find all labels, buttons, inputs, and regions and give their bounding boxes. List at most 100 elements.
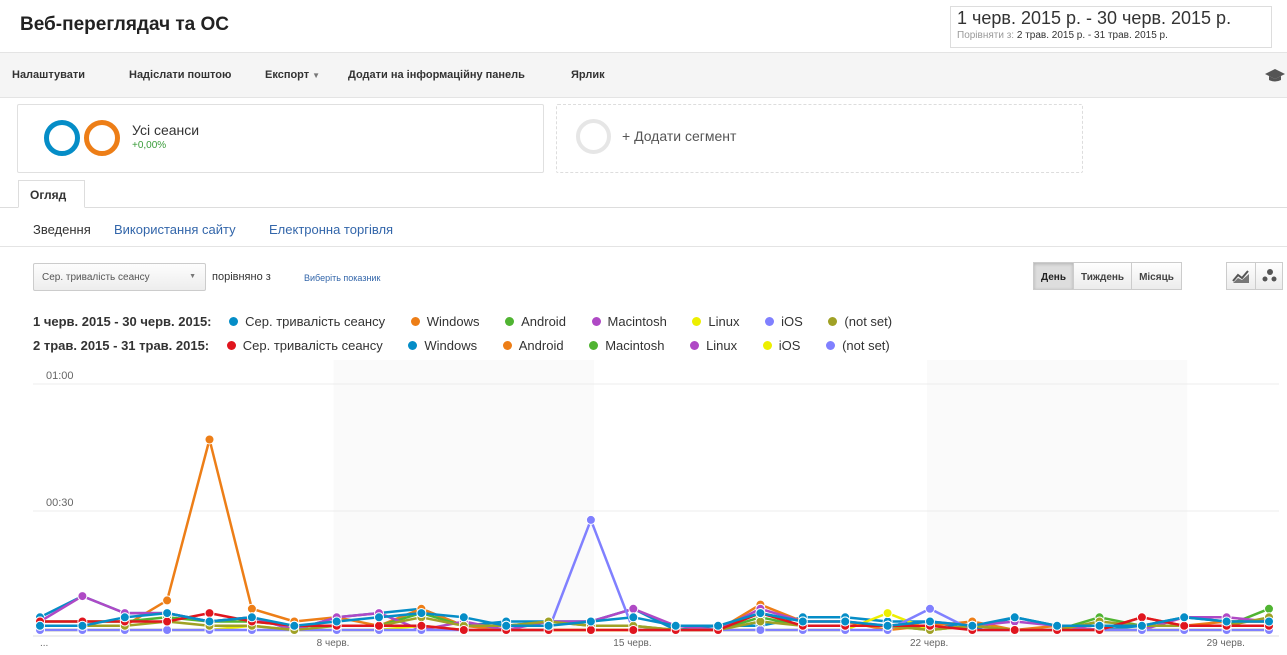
add-segment-label: + Додати сегмент (622, 128, 737, 144)
series-point (585, 514, 596, 525)
week-band (926, 360, 1188, 634)
legend-item[interactable]: Linux (690, 338, 737, 353)
legend-dot-icon (505, 317, 515, 326)
series-point (585, 625, 596, 635)
motion-chart-button[interactable] (1255, 262, 1283, 290)
metric-select[interactable]: Сер. тривалість сеансу ▼ (33, 263, 206, 291)
series-point (204, 434, 215, 445)
series-point (374, 612, 384, 623)
subnav-site-usage[interactable]: Використання сайту (114, 222, 236, 237)
segment-name: Усі сеанси (132, 122, 200, 138)
report-toolbar: Налаштувати Надіслати поштою Експорт ▼ До… (0, 52, 1287, 98)
legend-dot-icon (826, 341, 836, 350)
legend-item[interactable]: Macintosh (591, 314, 667, 329)
legend-item[interactable]: Android (502, 338, 564, 353)
legend-label: Macintosh (605, 338, 665, 353)
series-point (204, 608, 215, 619)
legend-item[interactable]: Сер. тривалість сеансу (229, 314, 385, 329)
series-point (882, 620, 893, 631)
line-chart-button[interactable] (1226, 262, 1256, 290)
series-point (162, 616, 173, 627)
legend-label: Linux (708, 314, 740, 329)
series-point (35, 620, 45, 631)
chevron-down-icon: ▼ (189, 273, 196, 280)
empty-segment-ring-icon (576, 119, 611, 154)
session-duration-line-chart: 01:00 00:30... 8 черв. 15 черв. 22 черв. 29 ч… (33, 360, 1279, 649)
graduation-cap-icon[interactable] (1265, 67, 1285, 83)
week-button[interactable]: Тиждень (1073, 262, 1133, 290)
series-point (797, 616, 808, 627)
subnav-divider (0, 246, 1287, 247)
shortcut-button[interactable]: Ярлик (571, 69, 605, 81)
compared-with-label: порівняно з (212, 271, 271, 283)
metric-select-label: Сер. тривалість сеансу (42, 272, 150, 283)
export-label: Експорт (265, 69, 310, 81)
legend-item[interactable]: Windows (410, 314, 480, 329)
legend-label: iOS (778, 338, 801, 353)
series-point (713, 620, 724, 631)
series-point (1264, 603, 1274, 614)
series-point (967, 620, 978, 631)
segment-compare-ring-icon (84, 120, 120, 156)
add-segment-button[interactable]: + Додати сегмент (556, 104, 1083, 173)
legend-label: Windows (426, 314, 480, 329)
legend-item[interactable]: Macintosh (589, 338, 664, 353)
series-point (1179, 612, 1190, 623)
series-point (755, 625, 766, 635)
x-tick-label: 15 черв. (613, 638, 651, 649)
series-point (458, 625, 469, 635)
add-to-dashboard-button[interactable]: Додати на інформаційну панель (348, 69, 525, 81)
series-point (416, 608, 427, 619)
legend-dot-icon (591, 317, 601, 326)
date-range-label: 1 черв. 2015 р. - 30 черв. 2015 р. (957, 8, 1232, 28)
export-menu[interactable]: Експорт ▼ (265, 69, 320, 81)
month-button[interactable]: Місяць (1131, 262, 1182, 290)
email-button[interactable]: Надіслати поштою (129, 69, 231, 81)
customize-button[interactable]: Налаштувати (12, 69, 85, 81)
legend-item[interactable]: Linux (692, 314, 740, 329)
legend-item[interactable]: iOS (762, 338, 801, 353)
compare-label: Порівняти з: (957, 30, 1015, 41)
page-title: Веб-переглядач та ОС (20, 14, 230, 35)
y-tick-label: 00:30 (46, 497, 74, 509)
legend-item[interactable]: (not set) (828, 314, 892, 329)
series-point (1264, 616, 1274, 627)
series-point (882, 608, 893, 619)
subnav-summary[interactable]: Зведення (33, 222, 91, 237)
series-point (1179, 620, 1190, 631)
date-range-picker[interactable]: 1 черв. 2015 р. - 30 черв. 2015 р. Порів… (950, 6, 1272, 48)
y-tick-label: 01:00 (46, 370, 74, 382)
series-point (289, 620, 300, 631)
legend-label: Macintosh (607, 314, 667, 329)
choose-metric-link[interactable]: Виберіть показник (304, 273, 380, 283)
legend-item[interactable]: Windows (408, 338, 477, 353)
subnav-ecommerce[interactable]: Електронна торгівля (269, 222, 393, 237)
legend-item[interactable]: Android (505, 314, 566, 329)
tab-overview[interactable]: Огляд (18, 180, 85, 208)
series-point (628, 625, 639, 635)
legend-label: Сер. тривалість сеансу (245, 314, 386, 329)
x-tick-label: ... (40, 638, 48, 649)
chevron-down-icon: ▼ (312, 71, 321, 80)
series-point (77, 591, 88, 602)
legend-period: 1 черв. 2015 - 30 черв. 2015: (33, 314, 212, 329)
legend-item[interactable]: iOS (765, 314, 803, 329)
legend-dot-icon (589, 341, 599, 350)
series-point (1136, 612, 1147, 623)
legend-dot-icon (690, 341, 700, 350)
legend-label: (not set) (842, 338, 890, 353)
day-button[interactable]: День (1033, 262, 1074, 290)
series-point (331, 616, 342, 627)
legend-label: (not set) (844, 314, 893, 329)
week-band (333, 360, 594, 634)
legend-item[interactable]: (not set) (826, 338, 890, 353)
series-point (1094, 620, 1105, 631)
legend-label: Сер. тривалість сеансу (242, 338, 383, 353)
legend-label: Android (521, 314, 566, 329)
series-point (162, 625, 173, 635)
series-point (246, 603, 257, 614)
segment-all-sessions[interactable]: Усі сеанси +0,00% (17, 104, 544, 173)
legend-item[interactable]: Сер. тривалість сеансу (226, 338, 383, 353)
legend-row-current: 1 черв. 2015 - 30 черв. 2015: Сер. трива… (33, 314, 914, 329)
x-tick-label: 8 черв. (317, 638, 350, 649)
